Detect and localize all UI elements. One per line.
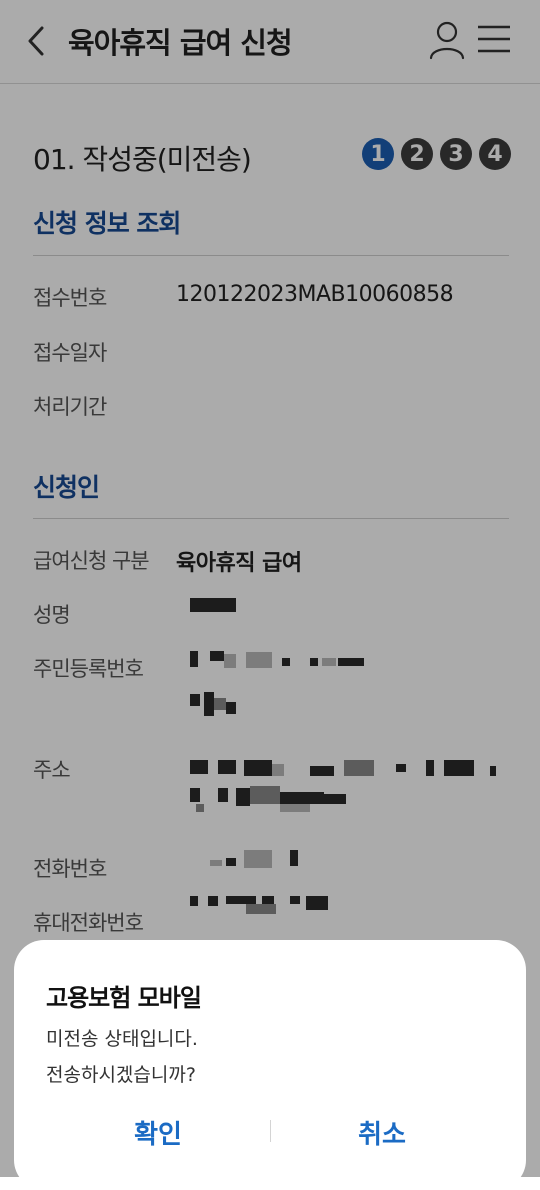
confirm-button[interactable]: 확인 xyxy=(68,1112,248,1152)
button-separator xyxy=(270,1120,271,1142)
dialog-message-line1: 미전송 상태입니다. xyxy=(46,1028,198,1050)
dialog-title: 고용보험 모바일 xyxy=(46,984,202,1012)
cancel-button[interactable]: 취소 xyxy=(292,1112,472,1152)
confirm-dialog: 고용보험 모바일 미전송 상태입니다. 전송하시겠습니까? 확인 취소 xyxy=(14,940,526,1190)
dialog-message-line2: 전송하시겠습니까? xyxy=(46,1064,196,1086)
